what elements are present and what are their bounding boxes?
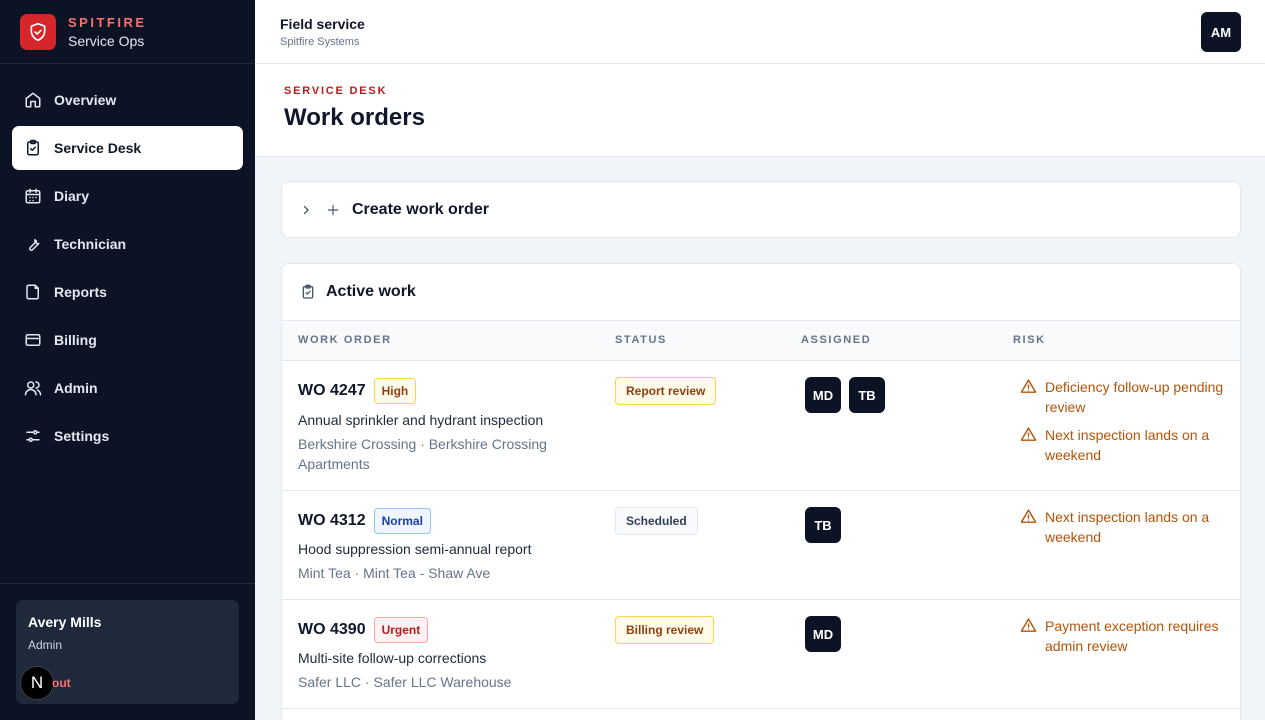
warning-triangle-icon bbox=[1020, 509, 1037, 523]
work-order-id[interactable]: WO 4312 bbox=[298, 512, 366, 530]
sign-out-button[interactable]: N out bbox=[20, 666, 71, 700]
sidebar-footer: Avery Mills Admin N out bbox=[0, 583, 255, 720]
user-name: Avery Mills bbox=[28, 614, 102, 630]
table-row[interactable]: WO 4390 Urgent Multi-site follow-up corr… bbox=[282, 600, 1240, 709]
warning-triangle-icon bbox=[1020, 379, 1037, 393]
wrench-icon bbox=[24, 235, 42, 253]
risk-item: Next inspection lands on a weekend bbox=[1020, 425, 1230, 465]
active-work-card: Active work WORK ORDER STATUS ASSIGNED R… bbox=[281, 263, 1241, 720]
work-order-id[interactable]: WO 4247 bbox=[298, 382, 366, 400]
table-row[interactable]: WO 4312 Normal Hood suppression semi-ann… bbox=[282, 491, 1240, 600]
avatar[interactable]: AM bbox=[1201, 12, 1241, 52]
column-header-status: STATUS bbox=[615, 334, 667, 346]
risk-text: Deficiency follow-up pending review bbox=[1045, 379, 1224, 415]
column-header-work-order: WORK ORDER bbox=[298, 334, 392, 346]
status-badge: Billing review bbox=[615, 616, 715, 644]
users-icon bbox=[24, 379, 42, 397]
risk-item: Payment exception requires admin review bbox=[1020, 616, 1230, 656]
app-title: Field service bbox=[280, 16, 365, 32]
assigned-technicians: MD bbox=[805, 616, 849, 652]
sidebar-item-technician[interactable]: Technician bbox=[12, 222, 243, 266]
shield-logo-icon bbox=[20, 13, 56, 50]
topbar: Field service Spitfire Systems AM bbox=[255, 0, 1265, 64]
n-badge-icon[interactable]: N bbox=[20, 666, 54, 700]
work-order-location: Berkshire Crossing · Berkshire Crossing … bbox=[298, 436, 547, 472]
assigned-technicians: MD TB bbox=[805, 377, 893, 413]
risk-text: Next inspection lands on a weekend bbox=[1045, 509, 1210, 545]
sidebar-item-reports[interactable]: Reports bbox=[12, 270, 243, 314]
sidebar-item-label: Diary bbox=[54, 188, 90, 204]
sidebar-item-settings[interactable]: Settings bbox=[12, 414, 243, 458]
work-order-description: Hood suppression semi-annual report bbox=[298, 541, 532, 557]
column-header-risk: RISK bbox=[1013, 334, 1046, 346]
sidebar-item-overview[interactable]: Overview bbox=[12, 78, 243, 122]
sidebar-item-label: Billing bbox=[54, 332, 97, 348]
calendar-icon bbox=[24, 187, 42, 205]
create-work-order-toggle[interactable]: Create work order bbox=[281, 181, 1241, 238]
plus-icon bbox=[327, 204, 339, 215]
risk-list: Payment exception requires admin review bbox=[1020, 616, 1230, 664]
work-order-description: Multi-site follow-up corrections bbox=[298, 650, 487, 666]
risk-text: Next inspection lands on a weekend bbox=[1045, 427, 1210, 463]
page-title: Work orders bbox=[284, 104, 425, 131]
clipboard-check-icon bbox=[302, 284, 314, 299]
sliders-icon bbox=[24, 427, 42, 445]
brand[interactable]: SPITFIRE Service Ops bbox=[0, 0, 255, 64]
clipboard-check-icon bbox=[24, 139, 42, 157]
work-order-description: Annual sprinkler and hydrant inspection bbox=[298, 412, 544, 428]
table-row[interactable]: WO 4247 High Annual sprinkler and hydran… bbox=[282, 361, 1240, 491]
chevron-right-icon bbox=[303, 205, 309, 214]
sidebar-item-label: Overview bbox=[54, 92, 117, 108]
sidebar-item-diary[interactable]: Diary bbox=[12, 174, 243, 218]
table-header: WORK ORDER STATUS ASSIGNED RISK bbox=[282, 321, 1240, 361]
credit-card-icon bbox=[24, 331, 42, 349]
user-role: Admin bbox=[28, 638, 63, 652]
active-work-title: Active work bbox=[326, 283, 416, 300]
technician-avatar[interactable]: MD bbox=[805, 616, 841, 652]
page-eyebrow: SERVICE DESK bbox=[284, 85, 388, 97]
active-work-header: Active work bbox=[282, 264, 1240, 321]
work-order-id[interactable]: WO 4390 bbox=[298, 621, 366, 639]
file-icon bbox=[24, 283, 42, 301]
priority-badge: Normal bbox=[373, 508, 431, 534]
status-badge: Scheduled bbox=[615, 507, 698, 535]
priority-badge: Urgent bbox=[373, 617, 429, 643]
work-order-location: Safer LLC · Safer LLC Warehouse bbox=[298, 674, 512, 690]
sidebar-item-label: Reports bbox=[54, 284, 107, 300]
sidebar-item-admin[interactable]: Admin bbox=[12, 366, 243, 410]
technician-avatar[interactable]: TB bbox=[849, 377, 885, 413]
app-subtitle: Spitfire Systems bbox=[280, 36, 360, 48]
sidebar-item-label: Technician bbox=[54, 236, 127, 252]
risk-list: Deficiency follow-up pending review Next… bbox=[1020, 377, 1230, 473]
sidebar-item-label: Admin bbox=[54, 380, 98, 396]
technician-avatar[interactable]: MD bbox=[805, 377, 841, 413]
sign-out-label: out bbox=[52, 676, 71, 690]
warning-triangle-icon bbox=[1020, 618, 1037, 632]
work-order-location: Mint Tea · Mint Tea - Shaw Ave bbox=[298, 565, 491, 581]
status-badge: Report review bbox=[615, 377, 717, 405]
priority-badge: High bbox=[373, 378, 417, 404]
sidebar-item-label: Service Desk bbox=[54, 140, 142, 156]
brand-subtitle: Service Ops bbox=[68, 32, 145, 49]
user-card: Avery Mills Admin N out bbox=[16, 600, 239, 704]
warning-triangle-icon bbox=[1020, 427, 1037, 441]
risk-list: Next inspection lands on a weekend bbox=[1020, 507, 1230, 555]
sidebar-item-billing[interactable]: Billing bbox=[12, 318, 243, 362]
sidebar-nav: Overview Service Desk Diary Technician R… bbox=[0, 64, 255, 458]
brand-name: SPITFIRE bbox=[68, 14, 147, 30]
column-header-assigned: ASSIGNED bbox=[801, 334, 872, 346]
home-icon bbox=[24, 91, 42, 109]
sidebar-item-label: Settings bbox=[54, 428, 110, 444]
risk-text: Payment exception requires admin review bbox=[1045, 618, 1219, 654]
technician-avatar[interactable]: TB bbox=[805, 507, 841, 543]
create-work-order-label: Create work order bbox=[352, 200, 489, 218]
sidebar-item-service-desk[interactable]: Service Desk bbox=[12, 126, 243, 170]
assigned-technicians: TB bbox=[805, 507, 849, 543]
page-header: SERVICE DESK Work orders bbox=[255, 64, 1265, 157]
sidebar: SPITFIRE Service Ops Overview Service De… bbox=[0, 0, 255, 720]
risk-item: Next inspection lands on a weekend bbox=[1020, 507, 1230, 547]
risk-item: Deficiency follow-up pending review bbox=[1020, 377, 1230, 417]
